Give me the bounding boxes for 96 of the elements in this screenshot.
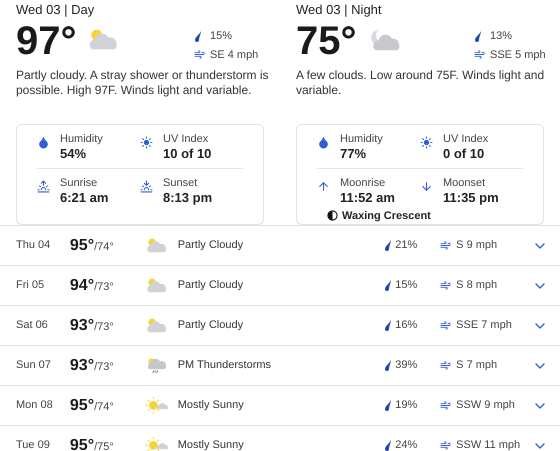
detail-label: Humidity	[340, 132, 383, 146]
wind-speed: SSE 5 mph	[490, 48, 546, 62]
precip-chance: 13%	[490, 29, 512, 44]
sun-icon	[140, 136, 153, 150]
forecast-date: Wed 03 | Night	[296, 2, 383, 18]
detail-label: Sunset	[163, 177, 198, 190]
forecast-row[interactable]: Thu 04 95°/74° Partly Cloudy 21% S 9 mph	[0, 226, 560, 266]
detail-label: Humidity	[60, 133, 103, 146]
high-temp: 93°	[70, 356, 94, 376]
precip-chance: 39%	[395, 358, 418, 374]
forecast-row[interactable]: Fri 05 94°/73° Partly Cloudy 15% S 8 mph	[0, 266, 560, 306]
day-label: Mon 08	[16, 398, 54, 414]
detail-value: 10 of 10	[163, 146, 212, 162]
sun-cloud-icon	[144, 396, 169, 415]
moon-phase: Waxing Crescent	[342, 208, 431, 224]
condition: Mostly Sunny	[178, 398, 245, 414]
forecast-row[interactable]: Mon 08 95°/74° Mostly Sunny 19% SSW 9 mph	[0, 386, 560, 426]
wind-speed: SSE 7 mph	[456, 318, 512, 334]
low-temp: /73°	[94, 360, 114, 374]
precip-chance: 19%	[395, 398, 418, 414]
droplet-icon	[317, 136, 330, 148]
detail-value: 8:13 pm	[163, 190, 212, 206]
wind-icon	[194, 49, 205, 60]
precip-chance: 16%	[395, 318, 418, 334]
wind-speed: SE 4 mph	[210, 48, 258, 62]
day-label: Thu 04	[16, 238, 52, 254]
wind-speed: S 9 mph	[456, 238, 498, 254]
detail-value: 77%	[340, 146, 368, 162]
condition: Partly Cloudy	[178, 278, 244, 294]
moonrise-icon	[317, 180, 330, 192]
high-temp: 95°	[70, 236, 94, 256]
high-temp: 93°	[70, 316, 94, 336]
wind-icon	[474, 49, 485, 60]
moonset-icon	[420, 180, 433, 192]
condition: Partly Cloudy	[178, 238, 244, 254]
low-temp: /74°	[94, 240, 114, 254]
detail-value: 11:35 pm	[443, 190, 499, 206]
raindrop-icon	[384, 240, 392, 251]
detail-value: 0 of 10	[443, 146, 486, 162]
forecast-row[interactable]: Sat 06 93°/73° Partly Cloudy 16% SSE 7 mph	[0, 306, 560, 346]
day-label: Fri 05	[16, 278, 46, 294]
detail-label: Sunrise	[60, 177, 98, 190]
precip-chance: 15%	[210, 29, 232, 44]
wind-icon	[440, 440, 452, 451]
raindrop-icon	[384, 320, 392, 331]
sunset-icon	[140, 180, 153, 194]
detail-label: UV Index	[443, 132, 488, 146]
day-label: Tue 09	[16, 438, 51, 451]
droplet-icon	[37, 136, 50, 150]
wind-speed: S 7 mph	[456, 358, 498, 374]
wind-icon	[440, 400, 452, 411]
wind-speed: SSW 9 mph	[456, 398, 515, 414]
forecast-row[interactable]: Sun 07 93°/73° PM Thunderstorms 39% S 7 mph	[0, 346, 560, 386]
condition: Mostly Sunny	[178, 438, 245, 451]
temperature: 97°	[16, 18, 76, 64]
sunrise-icon	[37, 180, 50, 194]
sun-icon	[420, 136, 433, 148]
detail-label: Moonrise	[340, 176, 386, 190]
raindrop-icon	[384, 280, 392, 291]
detail-label: Moonset	[443, 176, 486, 190]
detail-value: 6:21 am	[60, 190, 108, 206]
wind-icon	[440, 240, 452, 251]
raindrop-icon	[474, 30, 482, 42]
condition: PM Thunderstorms	[178, 358, 272, 374]
temperature: 75°	[296, 18, 356, 64]
precip-chance: 15%	[395, 278, 418, 294]
precip-chance: 24%	[395, 438, 418, 451]
detail-value: 11:52 am	[340, 190, 395, 206]
raindrop-icon	[384, 360, 392, 371]
low-temp: /73°	[94, 280, 114, 294]
forecast-row[interactable]: Tue 09 95°/75° Mostly Sunny 24% SSW 11 mph	[0, 426, 560, 451]
moon-phase-icon	[327, 210, 338, 222]
detail-value: 54%	[60, 146, 88, 162]
high-temp: 95°	[70, 436, 94, 451]
forecast-description: Partly cloudy. A stray shower or thunderstorm is possible. High 97F. Winds light and variable.	[16, 68, 270, 99]
forecast-description: A few clouds. Low around 75F. Winds light and variable.	[296, 68, 546, 99]
raindrop-icon	[194, 30, 202, 42]
low-temp: /75°	[94, 440, 114, 451]
wind-icon	[440, 320, 452, 331]
low-temp: /74°	[94, 400, 114, 414]
precip-chance: 21%	[395, 238, 418, 254]
sun-cloud-icon	[144, 436, 169, 451]
wind-icon	[440, 360, 452, 371]
day-label: Sat 06	[16, 318, 49, 334]
raindrop-icon	[384, 400, 392, 411]
day-label: Sun 07	[16, 358, 52, 374]
forecast-date: Wed 03 | Day	[16, 2, 96, 18]
detail-label: UV Index	[163, 133, 210, 146]
condition: Partly Cloudy	[178, 318, 244, 334]
high-temp: 94°	[70, 276, 94, 296]
raindrop-icon	[384, 440, 392, 451]
wind-speed: SSW 11 mph	[456, 438, 520, 451]
low-temp: /73°	[94, 320, 114, 334]
wind-icon	[440, 280, 452, 291]
high-temp: 95°	[70, 396, 94, 416]
wind-speed: S 8 mph	[456, 278, 498, 294]
